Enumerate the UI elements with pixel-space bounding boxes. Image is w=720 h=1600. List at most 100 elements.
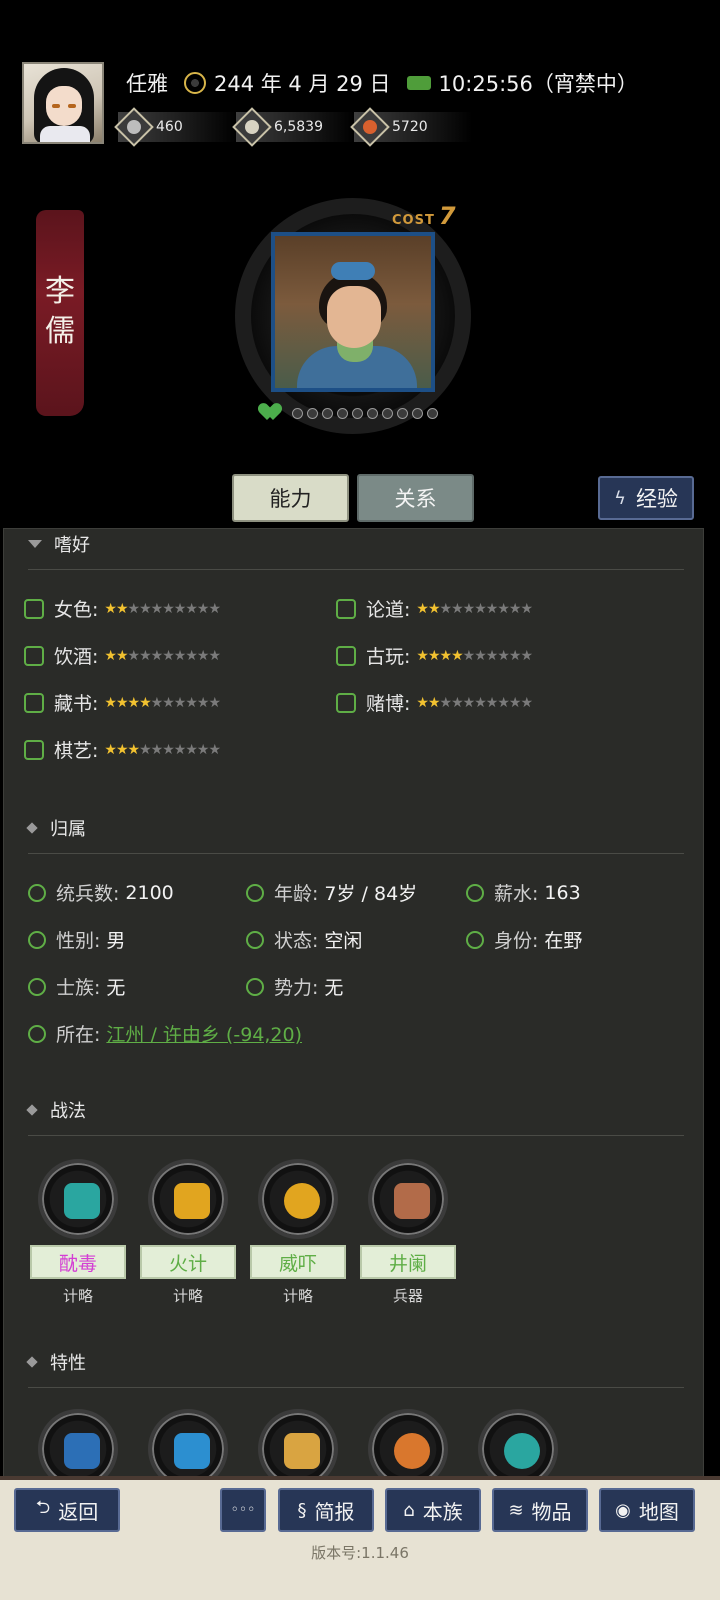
star-icon: ★ [462,694,476,711]
resource-grain[interactable]: 6,5839 [232,107,354,147]
character-portrait[interactable] [271,232,435,392]
info-age: 年龄: 7岁 / 84岁 [246,879,417,906]
info-value: 空闲 [324,930,363,952]
resource-meat[interactable]: 5720 [350,107,472,147]
loyalty-dot [427,407,438,419]
star-icon: ★ [497,600,510,617]
section-hobbies-header[interactable]: 嗜好 [28,531,90,557]
section-traits-header: 特性 [26,1349,86,1375]
faction-icon [246,977,264,996]
star-icon: ★ [162,694,175,711]
star-icon: ★ [115,694,129,711]
star-icon: ★ [127,741,141,758]
hobby-icon [24,598,44,619]
divider [28,569,684,570]
star-icon: ★ [104,741,117,758]
status-icon [246,930,264,949]
section-belong-header: 归属 [26,815,86,841]
star-icon: ★ [520,600,533,617]
star-icon: ★ [520,694,533,711]
debate-icon [336,598,356,619]
player-avatar[interactable] [22,62,104,144]
star-icon: ★ [127,647,141,664]
hobby-label: 饮酒: [54,646,99,668]
info-value: 无 [106,977,126,999]
tactic-name: 井阑 [360,1245,456,1279]
clan-icon: ⌂ [403,1499,415,1521]
star-icon: ★ [416,647,429,664]
info-label: 状态: [274,930,319,952]
hobby-item: 女色: ★ ★ ★ ★ ★ ★ ★ ★ ★ ★ [24,595,221,622]
trait-item[interactable] [28,1409,128,1477]
tactic-name: 酖毒 [30,1245,126,1279]
info-status: 状态: 空闲 [246,926,362,953]
star-icon: ★ [104,647,117,664]
loyalty-dot [352,407,363,419]
trait-item[interactable] [358,1409,458,1477]
map-label: 地图 [638,1499,679,1524]
hobby-label: 论道: [366,599,411,621]
tactic-category: 兵器 [392,1287,423,1305]
loyalty-dot [322,407,333,419]
star-icon: ★ [508,600,522,617]
star-icon: ★ [104,694,117,711]
loyalty-dot [292,407,303,419]
back-button[interactable]: ⮌ 返回 [14,1488,120,1532]
map-button[interactable]: ◉ 地图 [599,1488,695,1532]
trait-item[interactable] [248,1409,348,1477]
star-icon: ★ [173,647,187,664]
hobby-label: 古玩: [366,646,411,668]
tactic-poison[interactable]: 酖毒 计略 [28,1159,128,1306]
star-icon: ★ [485,600,499,617]
info-label: 性别: [56,930,101,952]
cost-badge: COST 7 [392,202,456,230]
shout-face-icon [284,1183,320,1219]
experience-button[interactable]: ϟ 经验 [598,476,694,520]
star-icon: ★ [462,600,476,617]
report-label: 简报 [314,1499,355,1524]
tab-relation[interactable]: 关系 [357,474,474,522]
star-icon: ★ [115,600,129,617]
hobby-item: 古玩: ★ ★ ★ ★ ★ ★ ★ ★ ★ ★ [336,642,533,669]
star-icon: ★ [162,647,175,664]
detail-panel[interactable]: 嗜好 女色: ★ ★ ★ ★ ★ ★ ★ ★ ★ ★ 论道: ★ ★ ★ ★ ★ ★ ★ ★ ★ ★ 饮酒: ★ ★ ★ ★ ★ ★ ★ ★… [3,528,704,1478]
heart-icon [262,404,282,422]
more-button[interactable]: ◦◦◦ [220,1488,266,1532]
tactic-siege-tower[interactable]: 井阑 兵器 [358,1159,458,1306]
game-date: 244 年 4 月 29 日 [214,72,391,96]
troops-icon [28,883,46,902]
poison-skull-icon [64,1183,100,1219]
back-arrow-icon: ⮌ [35,1497,51,1518]
star-icon: ★ [104,600,117,617]
star-icon: ★ [196,600,210,617]
star-icon: ★ [139,694,152,711]
clan-button[interactable]: ⌂ 本族 [385,1488,481,1532]
trait-item[interactable] [468,1409,568,1477]
tactic-fire[interactable]: 火计 计略 [138,1159,238,1306]
resource-coin[interactable]: 460 [114,107,236,147]
diamond-icon [26,1356,38,1368]
year-icon [184,72,206,94]
loyalty-dot [367,407,378,419]
tactic-category: 计略 [62,1287,93,1305]
star-icon: ★ [416,694,429,711]
tab-ability[interactable]: 能力 [232,474,349,522]
game-time: 10:25:56（宵禁中） [438,72,638,96]
desk-icon [64,1433,100,1469]
report-button[interactable]: § 简报 [278,1488,374,1532]
tactic-intimidate[interactable]: 威吓 计略 [248,1159,348,1306]
character-name-banner: 李 儒 [36,210,84,416]
money-bag-icon [394,1433,430,1469]
hobby-item: 藏书: ★ ★ ★ ★ ★ ★ ★ ★ ★ ★ [24,689,221,716]
star-icon: ★ [173,694,187,711]
loyalty-indicator [262,404,442,422]
info-label: 统兵数: [56,883,120,905]
star-icon: ★ [508,694,522,711]
items-button[interactable]: ≋ 物品 [492,1488,588,1532]
star-icon: ★ [173,600,187,617]
tactic-category: 计略 [282,1287,313,1305]
location-link[interactable]: 江州 / 许由乡 (-94,20) [106,1020,302,1047]
cost-value: 7 [438,202,456,230]
trait-item[interactable] [138,1409,238,1477]
star-icon: ★ [139,647,152,664]
